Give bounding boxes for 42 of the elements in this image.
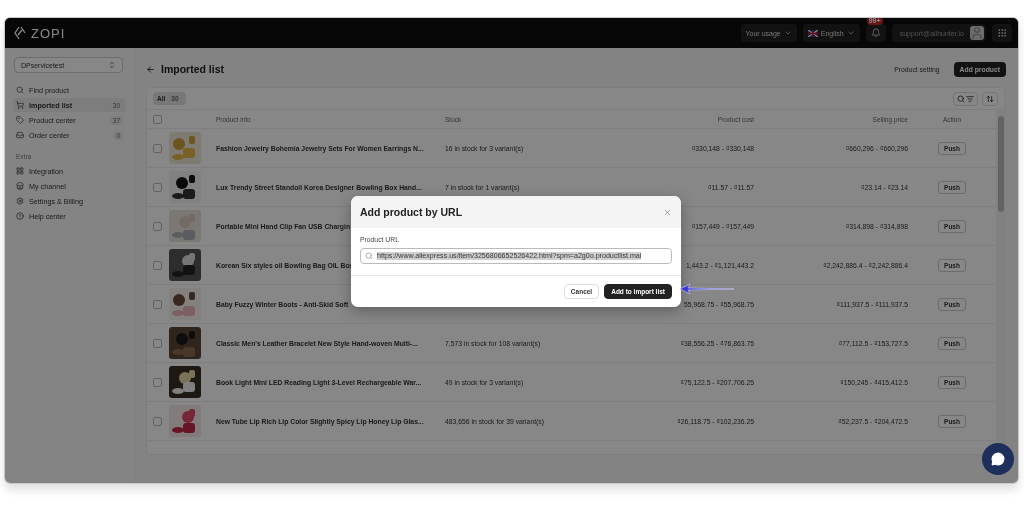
apps-icon — [997, 28, 1007, 38]
checkbox[interactable] — [153, 416, 162, 426]
checkbox[interactable] — [153, 299, 162, 309]
notification-button[interactable] — [865, 24, 886, 42]
bell-icon — [870, 28, 881, 38]
search-icon — [16, 86, 24, 94]
chevron-icon — [846, 29, 855, 37]
close-icon[interactable] — [663, 207, 672, 217]
checkbox[interactable] — [153, 338, 162, 348]
checkbox[interactable] — [153, 260, 162, 270]
sort-button[interactable] — [982, 91, 998, 106]
search-icon — [365, 252, 373, 260]
chevron-icon — [783, 29, 792, 37]
inbox-icon — [16, 131, 24, 139]
back-icon[interactable] — [146, 64, 155, 74]
checkbox[interactable] — [153, 377, 162, 387]
store-icon — [16, 182, 24, 190]
search-icon — [957, 94, 965, 103]
grid-icon — [16, 167, 24, 175]
logo-icon — [13, 26, 27, 40]
logo-text: ZOPI — [31, 25, 66, 41]
tag-icon — [16, 116, 24, 124]
avatar-icon — [970, 26, 984, 40]
pointer-arrow — [678, 283, 736, 295]
checkbox[interactable] — [153, 114, 162, 124]
filter-icon — [966, 94, 974, 103]
scrollbar-thumb[interactable] — [998, 116, 1004, 212]
checkbox[interactable] — [153, 143, 162, 153]
chevron-icon — [108, 61, 116, 69]
settings-icon — [16, 197, 24, 205]
help-icon — [16, 212, 24, 220]
flag-icon — [807, 29, 818, 37]
modal-title: Add product by URL — [360, 206, 463, 218]
search-filter-button[interactable] — [953, 91, 978, 106]
chat-button[interactable] — [982, 443, 1014, 475]
page-title: Imported list — [161, 63, 224, 75]
apps-button[interactable] — [992, 24, 1012, 42]
checkbox[interactable] — [153, 221, 162, 231]
chat-icon — [991, 452, 1005, 466]
cart-icon — [16, 101, 24, 109]
sort-icon — [986, 94, 994, 103]
checkbox[interactable] — [153, 182, 162, 192]
